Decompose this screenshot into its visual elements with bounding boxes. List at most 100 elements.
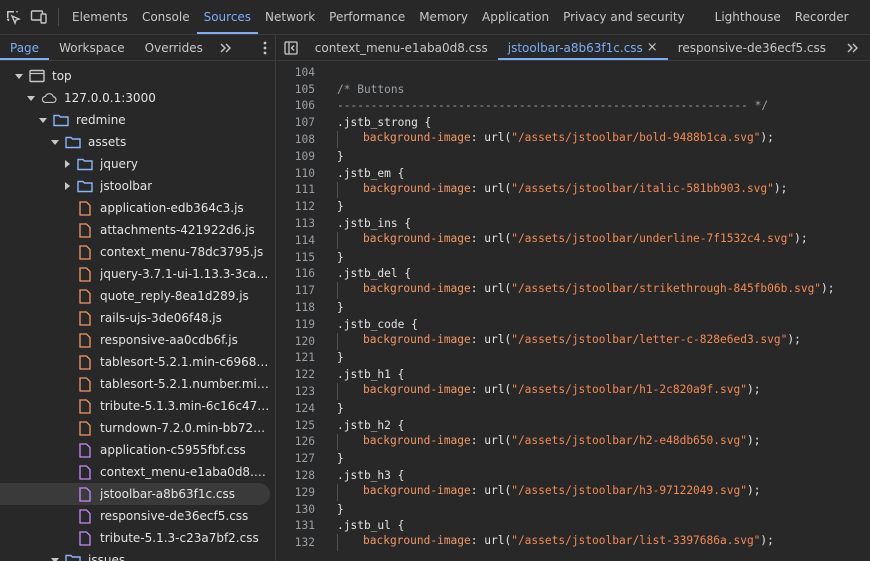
line-number: 128: [294, 469, 315, 483]
code-token: );: [760, 534, 774, 548]
tree-item[interactable]: 127.0.0.1:3000: [0, 87, 270, 109]
line-content: .jstb_h2 {: [337, 419, 404, 432]
code-line: 119 .jstb_code {: [277, 316, 870, 333]
js-file-icon: [77, 244, 93, 260]
chevron-double-right-icon[interactable]: [213, 35, 239, 60]
code-token: "/assets/jstoolbar/letter-c-828e6ed3.svg…: [511, 332, 788, 346]
line-content: background-image: url("/assets/jstoolbar…: [337, 433, 760, 451]
line-number: 124: [294, 401, 315, 415]
code-token: }: [337, 301, 344, 315]
tree-item[interactable]: top: [0, 65, 270, 87]
code-token: "/assets/jstoolbar/list-3397686a.svg": [511, 534, 761, 548]
code-token: .jstb_ul {: [337, 519, 405, 533]
tab-performance[interactable]: Performance: [322, 0, 412, 34]
tree-item[interactable]: context_menu-78dc3795.js: [0, 241, 270, 263]
tree-item[interactable]: turndown-7.2.0.min-bb727e5…: [0, 417, 270, 439]
navigator-tabs: Page Workspace Overrides: [0, 35, 275, 61]
toggle-navigator-icon[interactable]: [277, 35, 305, 60]
code-token: /* Buttons: [337, 82, 405, 96]
indent-guide: [337, 433, 363, 451]
caret-right-icon[interactable]: [62, 159, 72, 169]
inspect-element-icon[interactable]: [0, 0, 26, 34]
tree-item-label: application-edb364c3.js: [100, 201, 244, 215]
caret-right-icon[interactable]: [62, 181, 72, 191]
tree-item[interactable]: quote_reply-8ea1d289.js: [0, 285, 270, 307]
chevron-double-right-icon[interactable]: [836, 35, 870, 60]
caret-down-icon[interactable]: [14, 71, 24, 81]
device-toolbar-icon[interactable]: [26, 0, 52, 34]
caret-down-icon[interactable]: [38, 115, 48, 125]
line-number: 104: [294, 65, 315, 79]
tree-item-label: tablesort-5.2.1.min-c6968762.js: [100, 355, 270, 369]
caret-down-icon[interactable]: [26, 93, 36, 103]
tab-sources[interactable]: Sources: [196, 0, 259, 34]
kebab-menu-icon[interactable]: [263, 35, 267, 61]
line-number: 122: [294, 368, 315, 382]
navigator-tab-overrides[interactable]: Overrides: [135, 35, 213, 60]
code-token: "/assets/jstoolbar/h2-e48db650.svg": [511, 433, 747, 447]
code-view[interactable]: 104 105 /* Buttons 106 ---------------------…: [277, 61, 870, 561]
js-file-icon: [77, 398, 93, 414]
tree-item[interactable]: issues: [0, 549, 270, 561]
folder-icon: [53, 112, 69, 128]
tab-elements[interactable]: Elements: [65, 0, 135, 34]
editor-tab[interactable]: jstoolbar-a8b63f1c.css ×: [497, 35, 668, 60]
tree-item[interactable]: jquery-3.7.1-ui-1.13.3-3ca148…: [0, 263, 270, 285]
tree-item[interactable]: redmine: [0, 109, 270, 131]
navigator-tab-workspace[interactable]: Workspace: [49, 35, 135, 60]
code-token: background-image: [363, 484, 471, 497]
tab-recorder[interactable]: Recorder: [788, 0, 856, 34]
tree-item-label: tribute-5.1.3-c23a7bf2.css: [100, 531, 259, 545]
line-content: }: [337, 251, 344, 264]
tree-item-label: application-c5955fbf.css: [100, 443, 246, 457]
caret-down-icon[interactable]: [50, 137, 60, 147]
tree-item[interactable]: tribute-5.1.3-c23a7bf2.css: [0, 527, 270, 549]
tree-item[interactable]: assets: [0, 131, 270, 153]
editor-tab[interactable]: responsive-de36ecf5.css: [668, 35, 836, 60]
code-line: 127}: [277, 450, 870, 467]
tab-network[interactable]: Network: [258, 0, 322, 34]
tab-lighthouse[interactable]: Lighthouse: [708, 0, 788, 34]
tree-item[interactable]: jstoolbar: [0, 175, 270, 197]
tree-item[interactable]: context_menu-e1aba0d8.css: [0, 461, 270, 483]
tab-privacy-and-security[interactable]: Privacy and security: [556, 0, 692, 34]
tree-item[interactable]: tablesort-5.2.1.number.min-8…: [0, 373, 270, 395]
tree-item[interactable]: jquery: [0, 153, 270, 175]
line-content: background-image: url("/assets/jstoolbar…: [337, 534, 774, 552]
tree-item[interactable]: application-edb364c3.js: [0, 197, 270, 219]
line-number: 107: [294, 116, 315, 130]
editor-tab[interactable]: context_menu-e1aba0d8.css: [305, 35, 498, 60]
line-number: 105: [294, 82, 315, 96]
tab-application[interactable]: Application: [475, 0, 556, 34]
tree-item[interactable]: rails-ujs-3de06f48.js: [0, 307, 270, 329]
close-icon[interactable]: ×: [647, 40, 658, 55]
code-token: background-image: [363, 534, 471, 548]
code-line: 131 .jstb_ul {: [277, 518, 870, 535]
navigator-tab-page[interactable]: Page: [0, 35, 50, 60]
line-number: 112: [294, 200, 315, 214]
code-line: 107 .jstb_strong {: [277, 114, 870, 131]
line-content: }: [337, 150, 344, 163]
js-file-icon: [77, 354, 93, 370]
line-number: 120: [294, 334, 315, 348]
code-line: 128 .jstb_h3 {: [277, 467, 870, 484]
tree-item[interactable]: tribute-5.1.3.min-6c16c47a.js: [0, 395, 270, 417]
tree-item[interactable]: tablesort-5.2.1.min-c6968762.js: [0, 351, 270, 373]
line-number: 132: [294, 536, 315, 550]
tree-item[interactable]: attachments-421922d6.js: [0, 219, 270, 241]
tab-memory[interactable]: Memory: [412, 0, 475, 34]
tree-item[interactable]: jstoolbar-a8b63f1c.css: [0, 483, 270, 505]
caret-down-icon[interactable]: [50, 555, 60, 561]
tree-item[interactable]: application-c5955fbf.css: [0, 439, 270, 461]
tab-console[interactable]: Console: [135, 0, 197, 34]
code-token: background-image: [363, 282, 471, 296]
code-token: .jstb_ins {: [337, 217, 412, 231]
tree-item[interactable]: responsive-aa0cdb6f.js: [0, 329, 270, 351]
tree-item[interactable]: responsive-de36ecf5.css: [0, 505, 270, 527]
css-file-icon: [77, 442, 93, 458]
line-content: .jstb_h1 {: [337, 368, 404, 381]
